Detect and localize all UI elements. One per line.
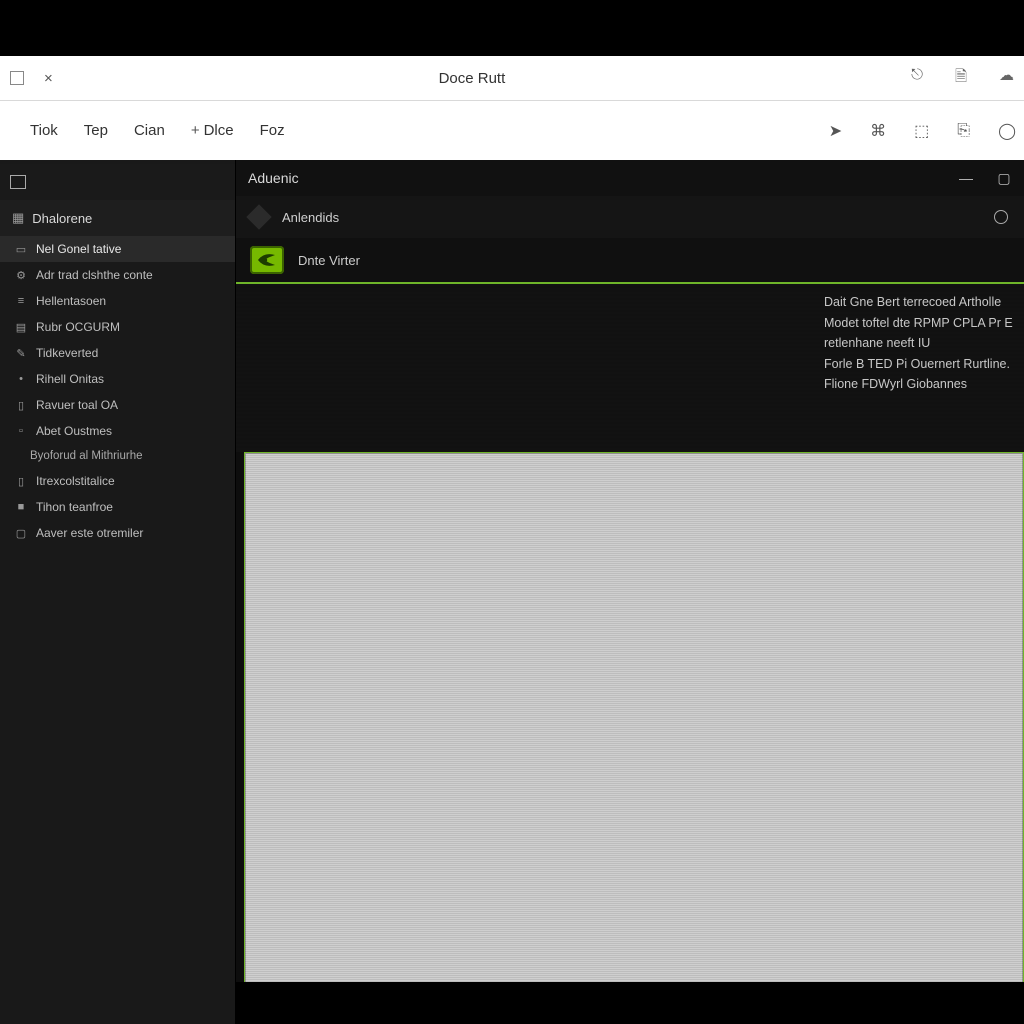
lines-icon: ≡ [14,295,28,307]
browser-toolbar: Tiok Tep Cian +Dlce Foz ➤ ⌘ ⬚ ⎘ ◯ [0,101,1024,161]
bars-icon: ▯ [14,399,28,412]
tab-close-button[interactable]: × [44,70,53,87]
maximize-button[interactable]: ▢ [996,170,1012,187]
sidebar-item-5-label: Ravuer toal OA [36,398,118,412]
sidebar-item-7-label: Itrexcolstitalice [36,474,115,488]
browser-tabbar: × Doce Rutt ⎋ 🗎 ☁ [0,56,1024,100]
sidebar-item-2-label: Rubr OCGURM [36,320,120,334]
sidebar-section-title[interactable]: ▦ Dhalorene [0,200,235,236]
sidebar-item-active-label: Nel Gonel tative [36,242,121,256]
app-frame: ▦ Dhalorene ▭ Nel Gonel tative ⚙ Adr tra… [0,160,1024,1024]
preview-canvas[interactable] [244,452,1024,992]
breadcrumb-label: Anlendids [282,210,339,225]
panel-title: Aduenic [248,170,299,186]
info-text: Dait Gne Bert terrecoed Artholle Modet t… [824,284,1024,452]
toolbar-btn-plus[interactable]: +Dlce [191,122,234,139]
driver-label: Dnte Virter [298,253,360,268]
sidebar-item-6-label: Abet Oustmes [36,424,112,438]
clipboard-icon[interactable]: ⎘ [957,122,970,140]
wrench-icon: ✎ [14,347,28,360]
window-black-band [0,0,1024,56]
sidebar-item-9-label: Aaver este otremiler [36,526,143,540]
info-block: Dait Gne Bert terrecoed Artholle Modet t… [236,284,1024,452]
browser-chrome: × Doce Rutt ⎋ 🗎 ☁ [0,56,1024,101]
minimize-button[interactable]: — [958,170,974,186]
box-icon[interactable]: ⬚ [914,121,929,141]
preview-container [236,452,1024,992]
file-icon[interactable]: 🗎 [955,66,967,91]
link-icon[interactable]: ⎋ [911,66,923,91]
diamond-icon [246,204,271,229]
sidebar-item-9[interactable]: ▢ Aaver este otremiler [0,520,235,546]
sidebar-item-0-label: Adr trad clshthe conte [36,268,153,282]
info-line-4: Flione FDWyrl Giobannes [824,376,1014,394]
sidebar-item-6[interactable]: ▫ Abet Oustmes [0,418,235,444]
tab-favicon [10,71,24,85]
toolbar-btn-2[interactable]: Cian [134,122,165,139]
page-title: Doce Rutt [439,70,506,87]
sidebar-item-4[interactable]: • Rihell Onitas [0,366,235,392]
main-panel: Aduenic — ▢ Anlendids Dnte Virter Dait [236,160,1024,1024]
info-line-2: retlenhane neeft IU [824,335,1014,353]
sidebar-item-1[interactable]: ≡ Hellentasoen [0,288,235,314]
sidebar-item-8[interactable]: ■ Tihon teanfroe [0,494,235,520]
gear-icon: ⚙ [14,269,28,282]
nvidia-logo-icon [250,246,284,274]
toolbar-btn-3[interactable]: Foz [260,122,285,139]
square-icon: ■ [14,501,28,513]
sidebar-head[interactable] [0,164,235,200]
sidebar-item-1-label: Hellentasoen [36,294,106,308]
circle-icon[interactable]: ◯ [998,121,1016,141]
cloud-icon[interactable]: ☁ [999,66,1014,91]
sidebar-item-3[interactable]: ✎ Tidkeverted [0,340,235,366]
info-line-1: Modet toftel dte RPMP CPLA Pr E [824,315,1014,333]
sidebar-section-label: Dhalorene [32,211,92,226]
sidebar-item-4-label: Rihell Onitas [36,372,104,386]
sidebar-item-active[interactable]: ▭ Nel Gonel tative [0,236,235,262]
doc-icon: ▫ [14,425,28,437]
sidebar-subitem-label: Byoforud al Mithriurhe [30,450,143,462]
panel-toggle-icon[interactable] [10,175,26,189]
pipe-icon: ▯ [14,475,28,488]
dot-icon: • [14,373,28,385]
sidebar-item-8-label: Tihon teanfroe [36,500,113,514]
bottom-black-band [236,982,1024,1024]
sidebar-item-2[interactable]: ▤ Rubr OCGURM [0,314,235,340]
breadcrumb-bar: Anlendids [236,196,1024,238]
sidebar-subitem[interactable]: Byoforud al Mithriurhe [0,444,235,468]
sidebar: ▦ Dhalorene ▭ Nel Gonel tative ⚙ Adr tra… [0,160,236,1024]
people-icon[interactable]: ⌘ [870,121,886,141]
driver-bar: Dnte Virter [236,238,1024,284]
info-line-3: Forle B TED Pi Ouernert Rurtline. [824,356,1014,374]
toolbar-btn-0[interactable]: Tiok [30,122,58,139]
sidebar-item-0[interactable]: ⚙ Adr trad clshthe conte [0,262,235,288]
sidebar-item-3-label: Tidkeverted [36,346,98,360]
card-icon: ▤ [14,321,28,334]
outline-icon: ▢ [14,527,28,540]
panel-titlebar: Aduenic — ▢ [236,160,1024,196]
dashboard-icon: ▦ [12,210,24,226]
toolbar-btn-1[interactable]: Tep [84,122,108,139]
refresh-icon[interactable] [994,210,1008,224]
monitor-icon: ▭ [14,243,28,256]
sidebar-item-5[interactable]: ▯ Ravuer toal OA [0,392,235,418]
send-icon[interactable]: ➤ [829,121,842,141]
info-line-0: Dait Gne Bert terrecoed Artholle [824,294,1014,312]
sidebar-item-7[interactable]: ▯ Itrexcolstitalice [0,468,235,494]
